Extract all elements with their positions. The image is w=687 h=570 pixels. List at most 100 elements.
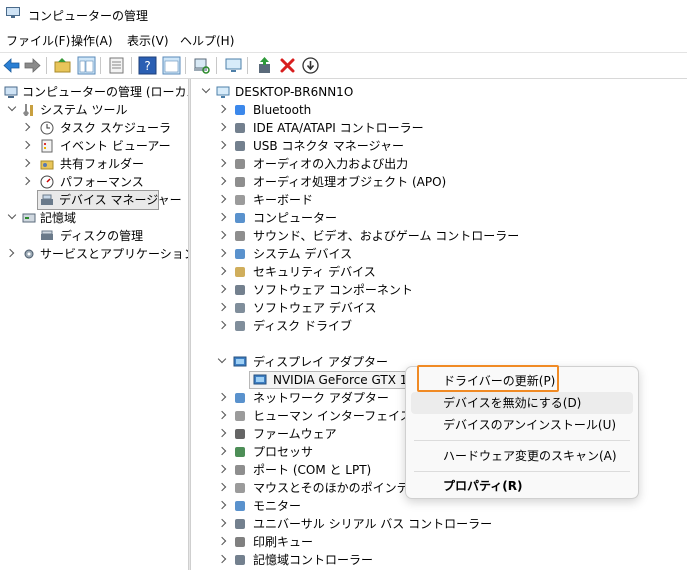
chevron-down-icon[interactable] xyxy=(7,210,17,220)
back-arrow-icon[interactable] xyxy=(2,56,21,75)
tree-item-root[interactable]: コンピューターの管理 (ローカル) xyxy=(0,83,203,101)
chevron-right-icon[interactable] xyxy=(217,536,227,546)
device-category[interactable]: ユニバーサル シリアル バス コントローラー xyxy=(191,515,687,533)
chevron-right-icon[interactable] xyxy=(21,140,31,150)
device-category[interactable]: ソフトウェア コンポーネント xyxy=(191,281,687,299)
chevron-right-icon[interactable] xyxy=(217,320,227,330)
menu-action[interactable]: 操作(A) xyxy=(71,32,113,49)
performance-gauge-icon xyxy=(40,175,54,189)
chevron-right-icon[interactable] xyxy=(21,122,31,132)
device-category[interactable]: セキュリティ デバイス xyxy=(191,263,687,281)
device-category[interactable]: オーディオの入力および出力 xyxy=(191,155,687,173)
tree-item-task-scheduler[interactable]: タスク スケジューラ xyxy=(0,119,188,137)
toolbar-separator xyxy=(46,57,47,74)
disk-management-icon xyxy=(41,230,53,240)
chevron-right-icon[interactable] xyxy=(217,302,227,312)
chevron-right-icon[interactable] xyxy=(217,464,227,474)
chevron-right-icon[interactable] xyxy=(217,482,227,492)
tree-label: パフォーマンス xyxy=(60,175,144,189)
menu-item-uninstall-device[interactable]: デバイスのアンインストール(U) xyxy=(411,414,633,436)
menu-item-label: デバイスのアンインストール(U) xyxy=(443,418,617,432)
tree-item-event-viewer[interactable]: イベント ビューアー xyxy=(0,137,188,155)
toolbar-separator xyxy=(247,57,248,74)
device-category[interactable]: コンピューター xyxy=(191,209,687,227)
help-icon[interactable]: ? xyxy=(138,56,157,75)
tree-item-device-manager[interactable]: デバイス マネージャー xyxy=(37,190,182,210)
chevron-right-icon[interactable] xyxy=(217,428,227,438)
category-label: サウンド、ビデオ、およびゲーム コントローラー xyxy=(253,229,520,243)
category-label: ディスク ドライブ xyxy=(253,319,352,333)
chevron-right-icon[interactable] xyxy=(217,284,227,294)
update-driver-icon[interactable] xyxy=(255,56,274,75)
device-category[interactable]: キーボード xyxy=(191,191,687,209)
disable-device-icon[interactable] xyxy=(301,56,320,75)
menu-file[interactable]: ファイル(F) xyxy=(6,32,70,49)
chevron-right-icon[interactable] xyxy=(217,266,227,276)
tree-item-services-apps[interactable]: サービスとアプリケーション xyxy=(0,245,196,263)
chevron-right-icon[interactable] xyxy=(217,194,227,204)
usb-controller-icon xyxy=(235,519,245,529)
chevron-right-icon[interactable] xyxy=(217,104,227,114)
chevron-right-icon[interactable] xyxy=(217,122,227,132)
chevron-right-icon[interactable] xyxy=(217,392,227,402)
menu-help[interactable]: ヘルプ(H) xyxy=(180,32,234,49)
toolbar-separator xyxy=(216,57,217,74)
tree-item-performance[interactable]: パフォーマンス xyxy=(0,173,188,191)
device-category[interactable]: 印刷キュー xyxy=(191,533,687,551)
chevron-right-icon[interactable] xyxy=(217,500,227,510)
chevron-right-icon[interactable] xyxy=(217,518,227,528)
chevron-right-icon[interactable] xyxy=(217,410,227,420)
menu-item-scan-hardware[interactable]: ハードウェア変更のスキャン(A) xyxy=(411,445,633,467)
chevron-down-icon[interactable] xyxy=(7,102,17,112)
tree-item-disk-management[interactable]: ディスクの管理 xyxy=(0,227,188,245)
device-category[interactable]: オーディオ処理オブジェクト (APO) xyxy=(191,173,687,191)
view-pane-icon[interactable] xyxy=(162,56,181,75)
chevron-down-icon[interactable] xyxy=(201,84,211,94)
tools-icon xyxy=(23,104,33,116)
tree-item-shared-folders[interactable]: 共有フォルダー xyxy=(0,155,188,173)
chevron-right-icon[interactable] xyxy=(217,248,227,258)
device-category[interactable]: Bluetooth xyxy=(191,101,687,119)
chevron-right-icon[interactable] xyxy=(217,212,227,222)
menu-item-disable-device[interactable]: デバイスを無効にする(D) xyxy=(411,392,633,414)
device-category[interactable]: 記憶域コントローラー xyxy=(191,551,687,569)
device-category[interactable]: サウンド、ビデオ、およびゲーム コントローラー xyxy=(191,227,687,245)
chevron-right-icon[interactable] xyxy=(217,446,227,456)
chevron-right-icon[interactable] xyxy=(217,554,227,564)
menu-view[interactable]: 表示(V) xyxy=(127,32,169,49)
chevron-down-icon[interactable] xyxy=(217,354,227,364)
processor-icon xyxy=(235,447,245,457)
device-category[interactable]: USB コネクタ マネージャー xyxy=(191,137,687,155)
menu-item-properties[interactable]: プロパティ(R) xyxy=(411,475,633,497)
show-hide-tree-icon[interactable] xyxy=(77,56,96,75)
chevron-right-icon[interactable] xyxy=(217,176,227,186)
chevron-right-icon[interactable] xyxy=(21,158,31,168)
tree-item-system-tools[interactable]: システム ツール xyxy=(0,101,188,119)
up-folder-icon[interactable] xyxy=(53,56,72,75)
hid-icon xyxy=(235,411,245,421)
uninstall-x-icon[interactable] xyxy=(278,56,297,75)
forward-arrow-icon[interactable] xyxy=(23,56,42,75)
device-tree-root[interactable]: DESKTOP-BR6NN1O xyxy=(191,83,687,101)
category-label: ファームウェア xyxy=(253,427,337,441)
device-category[interactable]: ディスク ドライブ xyxy=(191,317,687,335)
security-device-icon xyxy=(235,267,245,277)
chevron-right-icon[interactable] xyxy=(21,176,31,186)
scan-hardware-icon[interactable] xyxy=(192,56,211,75)
device-category[interactable]: IDE ATA/ATAPI コントローラー xyxy=(191,119,687,137)
monitor-icon[interactable] xyxy=(224,56,243,75)
navigation-tree: コンピューターの管理 (ローカル) システム ツール タスク スケジューラ イベ… xyxy=(0,79,203,570)
properties-sheet-icon[interactable] xyxy=(107,56,126,75)
device-category[interactable]: システム デバイス xyxy=(191,245,687,263)
audio-io-icon xyxy=(235,159,245,169)
tree-item-storage[interactable]: 記憶域 xyxy=(0,209,188,227)
category-label: セキュリティ デバイス xyxy=(253,265,376,279)
device-nvidia-geforce-gtx-1650[interactable]: NVIDIA GeForce GTX 1650 xyxy=(249,371,430,389)
device-category[interactable]: ソフトウェア デバイス xyxy=(191,299,687,317)
chevron-right-icon[interactable] xyxy=(217,158,227,168)
device-category[interactable]: モニター xyxy=(191,497,687,515)
category-label: 記憶域コントローラー xyxy=(253,553,374,567)
chevron-right-icon[interactable] xyxy=(217,230,227,240)
chevron-right-icon[interactable] xyxy=(5,248,15,258)
chevron-right-icon[interactable] xyxy=(217,140,227,150)
